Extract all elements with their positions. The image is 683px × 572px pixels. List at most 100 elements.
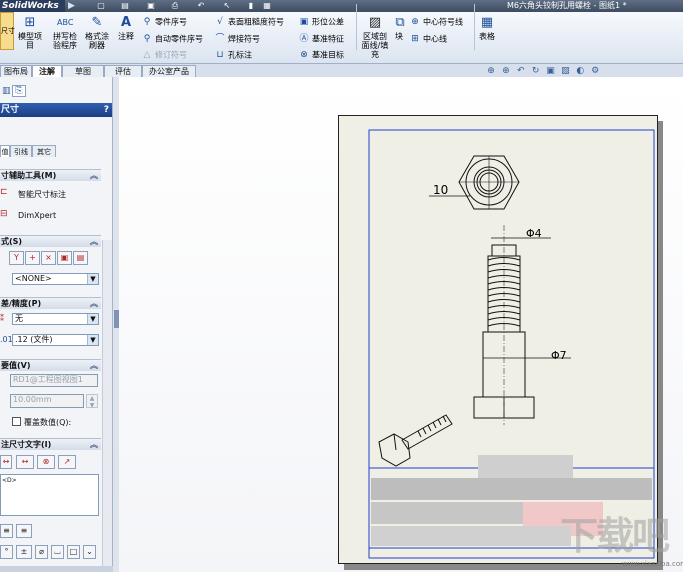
apply-style-icon[interactable]: Y: [9, 251, 24, 265]
section-style[interactable]: 式(S) ︽: [0, 235, 101, 247]
center-mark-button[interactable]: ⊕ 中心符号线: [409, 17, 463, 27]
tab-office-products[interactable]: 办公室产品: [142, 65, 196, 77]
datum-target-icon: ⊗: [300, 50, 308, 60]
counterbore-symbol-icon[interactable]: ⌴: [51, 545, 64, 559]
help-icon[interactable]: ?: [104, 103, 109, 117]
section-smart-tools[interactable]: 寸辅助工具(M) ︽: [0, 169, 101, 181]
rebuild-icon[interactable]: ▮: [246, 1, 256, 11]
section-view-icon[interactable]: ▣: [545, 66, 557, 76]
section-primary-value[interactable]: 要值(V) ︽: [0, 359, 101, 371]
display-style-icon[interactable]: ▧: [559, 66, 571, 76]
precision-select[interactable]: .12 (文件) ▼: [12, 334, 99, 346]
dimxpert-item[interactable]: DimXpert: [18, 211, 56, 220]
dimension-value-field[interactable]: 10.00mm: [10, 394, 84, 408]
ribbon-separator: [474, 4, 475, 50]
bolt-front-view[interactable]: [473, 225, 571, 425]
override-value-checkbox[interactable]: [12, 417, 21, 426]
block-label: 块: [395, 32, 403, 41]
model-items-button[interactable]: ⊞ 模型项 目: [17, 15, 43, 50]
style-select[interactable]: <NONE> ▼: [12, 273, 99, 285]
undo-icon[interactable]: ↶: [196, 1, 206, 11]
section-dimension-text[interactable]: 注尺寸文字(I) ︽: [0, 438, 101, 450]
app-menu-arrow-icon[interactable]: ▶: [68, 1, 75, 11]
smart-dimension-item[interactable]: 智能尺寸标注: [18, 189, 66, 200]
select-cursor-icon[interactable]: ↖: [222, 1, 232, 11]
dim-thread-diameter[interactable]: Φ4: [526, 227, 542, 240]
spell-check-label-1: 拼写检: [53, 32, 77, 41]
square-symbol-icon[interactable]: □: [67, 545, 80, 559]
property-manager-icon[interactable]: ⎘: [12, 85, 26, 97]
degree-symbol-icon[interactable]: °: [0, 545, 13, 559]
tolerance-type-select[interactable]: 无 ▼: [12, 313, 99, 325]
options-icon[interactable]: ▦: [262, 1, 272, 11]
subtab-value[interactable]: 值: [0, 145, 10, 157]
add-style-icon[interactable]: +: [25, 251, 40, 265]
load-style-icon[interactable]: ▤: [73, 251, 88, 265]
table-button[interactable]: ▦ 表格: [476, 15, 498, 41]
collapse-chevron-icon[interactable]: ︽: [90, 236, 98, 247]
save-icon[interactable]: ▣: [146, 1, 156, 11]
print-icon[interactable]: ⎙: [170, 1, 180, 11]
blurred-title-block: [371, 526, 571, 546]
dimension-name-field[interactable]: RD1@工程图视图1: [10, 374, 98, 387]
text-inspection-icon[interactable]: ↔: [16, 455, 34, 469]
text-leader-icon[interactable]: ↗: [58, 455, 76, 469]
spell-check-button[interactable]: ABC 拼写检 验程序: [49, 15, 81, 50]
area-hatch-button[interactable]: ▨ 区域剖 面线/填 充: [360, 15, 390, 59]
datum-feature-icon: Ⓐ: [299, 34, 309, 44]
subtab-other[interactable]: 其它: [32, 145, 56, 157]
delete-style-icon[interactable]: ×: [41, 251, 56, 265]
balloon-button[interactable]: ⚲ 零件序号: [141, 17, 187, 27]
collapse-chevron-icon[interactable]: ︽: [90, 170, 98, 181]
auto-balloon-icon: ⚲: [143, 34, 151, 44]
dim-shank-diameter[interactable]: Φ7: [551, 349, 567, 362]
dimension-text-editor[interactable]: <D>: [0, 474, 99, 516]
smart-dimension-button[interactable]: 尺寸: [0, 12, 15, 50]
section-tolerance-precision[interactable]: 差/精度(P) ︽: [0, 297, 101, 309]
rebuild-view-icon[interactable]: ↻: [530, 66, 542, 76]
section-style-title: 式(S): [1, 237, 23, 246]
diameter-symbol-icon[interactable]: ⌀: [35, 545, 48, 559]
tab-evaluate[interactable]: 评估: [104, 65, 142, 77]
new-document-icon[interactable]: ▢: [96, 1, 106, 11]
hole-callout-button[interactable]: ⊔ 孔标注: [214, 50, 252, 60]
previous-view-icon[interactable]: ↶: [515, 66, 527, 76]
revision-symbol-button[interactable]: △ 修订符号: [141, 50, 187, 60]
collapse-chevron-icon[interactable]: ︽: [90, 439, 98, 450]
align-right-icon[interactable]: ≡: [16, 524, 32, 538]
view-settings-icon[interactable]: ⚙: [589, 66, 601, 76]
align-center-icon[interactable]: ≡: [0, 524, 13, 538]
panel-scrollbar[interactable]: [102, 240, 112, 570]
zoom-to-area-icon[interactable]: ⊕: [500, 66, 512, 76]
text-add-parens-icon[interactable]: ↔: [0, 455, 12, 469]
centerline-button[interactable]: ⊞ 中心线: [409, 34, 447, 44]
value-spinner-icon[interactable]: ▲ ▼: [86, 394, 98, 409]
zoom-to-fit-icon[interactable]: ⊕: [485, 66, 497, 76]
surface-finish-button[interactable]: √ 表面粗糙度符号: [214, 17, 284, 27]
auto-balloon-button[interactable]: ⚲ 自动零件序号: [141, 34, 203, 44]
feature-tree-icon[interactable]: ▥: [2, 86, 11, 96]
block-button[interactable]: ⧉ 块: [392, 15, 406, 41]
subtab-leaders[interactable]: 引线: [10, 145, 32, 157]
tab-sketch[interactable]: 草图: [62, 65, 104, 77]
collapse-chevron-icon[interactable]: ︽: [90, 360, 98, 371]
tab-annotation[interactable]: 注解: [32, 65, 62, 77]
bolt-isometric-view[interactable]: [378, 414, 453, 467]
tab-view-layout[interactable]: 图布局: [0, 65, 32, 77]
collapse-chevron-icon[interactable]: ︽: [90, 298, 98, 309]
more-symbols-icon[interactable]: ⌄: [83, 545, 96, 559]
dim-hex-width[interactable]: 10: [433, 183, 448, 197]
weld-symbol-button[interactable]: ⌒ 焊接符号: [214, 34, 260, 44]
hide-show-icon[interactable]: ◐: [574, 66, 586, 76]
note-button[interactable]: A 注释: [115, 15, 137, 41]
open-folder-icon[interactable]: ▤: [120, 1, 130, 11]
model-items-label-1: 模型项: [18, 32, 42, 41]
plus-minus-symbol-icon[interactable]: ±: [16, 545, 32, 559]
datum-feature-button[interactable]: Ⓐ 基准特征: [298, 34, 344, 44]
format-painter-button[interactable]: ✎ 格式涂 刷器: [83, 15, 111, 50]
table-icon: ▦: [480, 15, 494, 30]
geometric-tolerance-button[interactable]: ▣ 形位公差: [298, 17, 344, 27]
text-basic-icon[interactable]: ⊗: [37, 455, 55, 469]
datum-target-button[interactable]: ⊗ 基准目标: [298, 50, 344, 60]
save-style-icon[interactable]: ▣: [57, 251, 72, 265]
